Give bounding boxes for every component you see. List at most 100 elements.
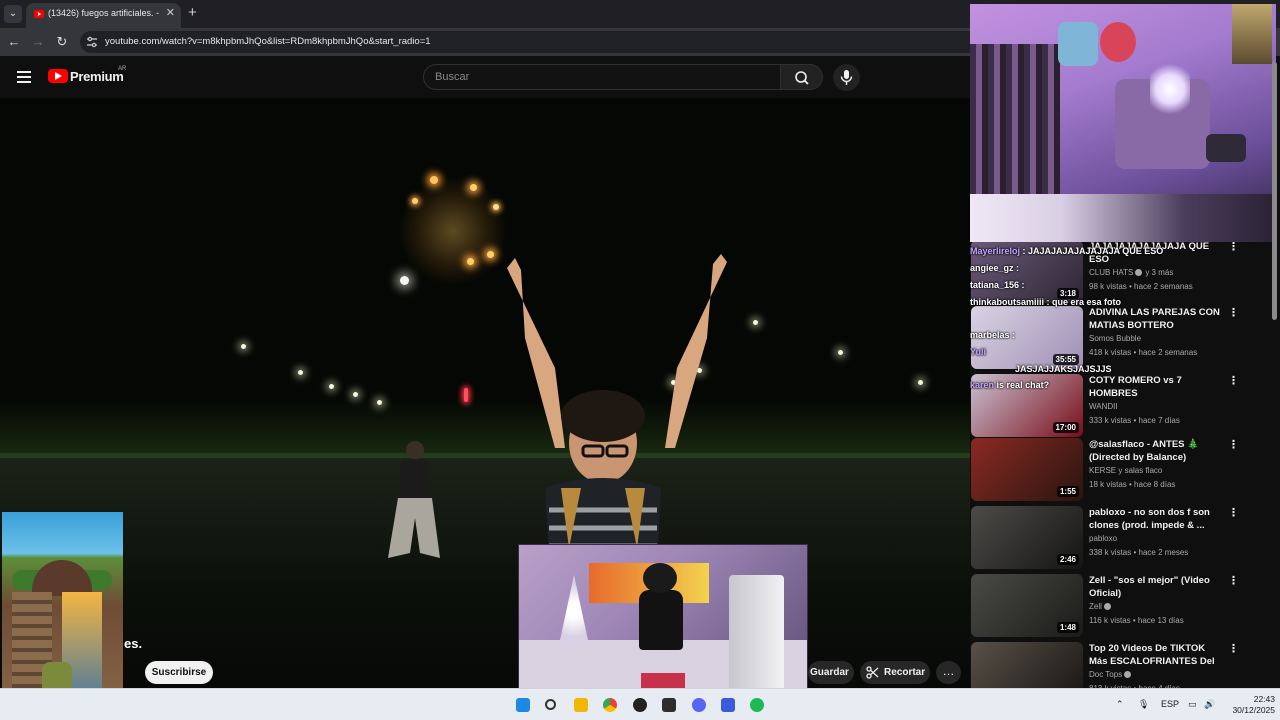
game-webcam-overlay: [2, 512, 123, 688]
chat-message: Yuli: [970, 347, 987, 357]
video-thumbnail[interactable]: 1:55: [971, 438, 1083, 501]
spotify-icon[interactable]: [750, 698, 764, 712]
video-meta: 338 k vistas • hace 2 meses: [1089, 548, 1188, 557]
video-duration: 2:46: [1056, 554, 1079, 565]
save-button[interactable]: Guardar: [808, 661, 854, 684]
subscribe-button[interactable]: Suscribirse: [145, 661, 213, 684]
verified-badge-icon: [1103, 603, 1111, 610]
forward-button[interactable]: →: [29, 33, 47, 51]
tab-close-icon[interactable]: ✕: [166, 6, 175, 19]
clip-button[interactable]: Recortar: [860, 661, 930, 684]
video-duration: 1:55: [1056, 486, 1079, 497]
channel-name-text: KERSE y salas flaco: [1089, 466, 1163, 475]
clock-time: 22:43: [1253, 694, 1275, 704]
microphone-tray-icon[interactable]: 🎙: [1138, 699, 1149, 710]
app-icon[interactable]: [662, 698, 676, 712]
chrome-icon[interactable]: [603, 698, 617, 712]
video-title[interactable]: @salasflaco - ANTES 🎄 (Directed by Balan…: [1089, 438, 1221, 464]
channel-name-text: Zell: [1089, 602, 1102, 611]
voice-search-button[interactable]: [833, 64, 860, 91]
video-options-icon[interactable]: ⋮: [1228, 242, 1239, 253]
start-icon[interactable]: [516, 698, 530, 712]
more-actions-button[interactable]: …: [936, 661, 961, 684]
separator-dot: •: [1130, 616, 1138, 625]
channel-name[interactable]: pabloxo: [1089, 534, 1117, 543]
file-explorer-icon[interactable]: [574, 698, 588, 712]
recommended-video[interactable]: 2:46 pabloxo - no son dos f son clones (p…: [970, 506, 1240, 572]
url-text[interactable]: youtube.com/watch?v=m8khpbmJhQo&list=RDm…: [105, 36, 431, 47]
chat-message: JASJAJJAKSJAJSJJS: [1015, 364, 1112, 374]
kitchen-webcam-overlay: [518, 544, 808, 705]
video-meta: 333 k vistas • hace 7 días: [1089, 416, 1180, 425]
channel-name-text: pabloxo: [1089, 534, 1118, 543]
video-title-fragment: es.: [124, 636, 143, 651]
tab-youtube[interactable]: (13426) fuegos artificiales. - YouTube ✕: [26, 3, 181, 28]
language-indicator[interactable]: ESP: [1161, 699, 1179, 709]
channel-name[interactable]: KERSE y salas flaco: [1089, 466, 1162, 475]
search-input[interactable]: [424, 65, 780, 89]
street-light: [838, 350, 843, 355]
video-options-icon[interactable]: ⋮: [1228, 438, 1239, 451]
video-thumbnail[interactable]: 1:48: [971, 574, 1083, 637]
recommended-video[interactable]: 1:48 Zell - "sos el mejor" (Video Oficial…: [970, 574, 1240, 640]
firework-spark: [467, 258, 474, 265]
premium-brand[interactable]: Premium: [70, 69, 124, 84]
site-info-icon[interactable]: [86, 36, 98, 48]
chat-message: Mayerlireloj : JAJAJAJAJAJAJAJA QUE ESO: [970, 246, 1164, 256]
windows-taskbar: ⌃ 🎙 ESP ▭ 🔊 22:43 30/12/2025: [0, 688, 1280, 720]
recommended-video[interactable]: Top 20 Videos De TIKTOK Más ESCALOFRIANT…: [970, 642, 1240, 688]
app-icon[interactable]: [721, 698, 735, 712]
firework-rocket: [464, 388, 468, 402]
channel-name[interactable]: WANDII: [1089, 402, 1118, 411]
taskbar-clock[interactable]: 22:43 30/12/2025: [1221, 694, 1275, 716]
new-tab-button[interactable]: +: [188, 4, 197, 21]
recommended-video[interactable]: 1:55 @salasflaco - ANTES 🎄 (Directed by B…: [970, 438, 1240, 504]
video-options-icon[interactable]: ⋮: [1228, 574, 1239, 587]
region-code: AR: [118, 66, 127, 72]
view-count: 338 k vistas: [1089, 548, 1132, 557]
view-count: 18 k vistas: [1089, 480, 1127, 489]
video-title[interactable]: Zell - "sos el mejor" (Video Oficial): [1089, 574, 1221, 600]
view-count: 333 k vistas: [1089, 416, 1132, 425]
firework-spark: [430, 176, 438, 184]
firework-spark: [400, 276, 409, 285]
video-title[interactable]: pabloxo - no son dos f son clones (prod.…: [1089, 506, 1221, 532]
reload-button[interactable]: ↻: [53, 33, 71, 51]
firework-spark: [493, 204, 499, 210]
video-thumbnail[interactable]: 2:46: [971, 506, 1083, 569]
youtube-logo-icon[interactable]: [48, 69, 68, 83]
volume-icon[interactable]: 🔊: [1204, 699, 1215, 710]
channel-name[interactable]: Doc Tops: [1089, 670, 1132, 679]
page-scrollbar[interactable]: [1272, 62, 1277, 320]
network-icon[interactable]: ▭: [1188, 699, 1197, 710]
app-icon[interactable]: [633, 698, 647, 712]
upload-age: hace 2 meses: [1138, 548, 1189, 557]
menu-icon[interactable]: [17, 71, 31, 83]
upload-age: hace 7 días: [1138, 416, 1180, 425]
chat-message: tatiana_156 :: [970, 280, 1025, 290]
video-options-icon[interactable]: ⋮: [1228, 374, 1239, 387]
channel-name[interactable]: Zell: [1089, 602, 1111, 611]
video-player[interactable]: es. Suscribirse Guardar Recortar …: [0, 98, 970, 688]
scissors-icon: [866, 666, 879, 679]
video-thumbnail[interactable]: [971, 642, 1083, 688]
tray-overflow-icon[interactable]: ⌃: [1116, 699, 1124, 710]
discord-icon[interactable]: [692, 698, 706, 712]
video-title[interactable]: Top 20 Videos De TIKTOK Más ESCALOFRIANT…: [1089, 642, 1221, 669]
verified-badge-icon: [1124, 671, 1132, 678]
tab-search-button[interactable]: ⌄: [4, 5, 22, 23]
video-options-icon[interactable]: ⋮: [1228, 306, 1239, 319]
background-person-figure: [388, 441, 440, 558]
search-button[interactable]: [781, 64, 823, 90]
video-options-icon[interactable]: ⋮: [1228, 506, 1239, 519]
street-light: [298, 370, 303, 375]
back-button[interactable]: ←: [5, 33, 23, 51]
firework-spark: [470, 184, 477, 191]
street-light: [329, 384, 334, 389]
search-taskbar-icon[interactable]: [545, 699, 556, 710]
clip-label: Recortar: [884, 667, 926, 678]
video-options-icon[interactable]: ⋮: [1228, 642, 1239, 655]
channel-name-text: WANDII: [1089, 402, 1118, 411]
separator-dot: •: [1131, 548, 1139, 557]
video-duration: 1:48: [1056, 622, 1079, 633]
